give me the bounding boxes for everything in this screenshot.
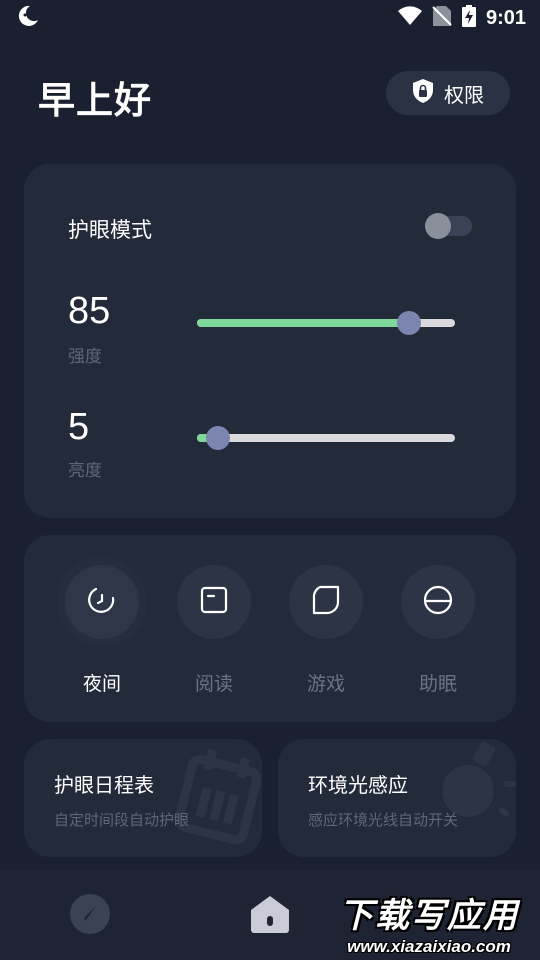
nav-home[interactable]	[248, 894, 292, 938]
intensity-slider-fill	[197, 319, 409, 327]
battery-charging-icon	[461, 5, 476, 31]
eye-care-title: 护眼模式	[68, 218, 152, 242]
game-icon	[310, 584, 342, 620]
mode-reading-label: 阅读	[194, 673, 233, 695]
moon-icon	[16, 4, 40, 32]
no-sim-icon	[432, 5, 452, 31]
permission-button[interactable]: 权限	[386, 71, 510, 115]
permission-label: 权限	[444, 82, 484, 107]
sleep-icon	[422, 584, 454, 620]
brightness-slider[interactable]	[197, 426, 455, 450]
wifi-icon	[397, 6, 422, 30]
mode-night-label: 夜间	[82, 673, 121, 695]
status-bar: 9:01	[0, 0, 540, 36]
watermark-title: 下载写应用	[339, 895, 519, 936]
intensity-slider-thumb[interactable]	[396, 311, 421, 335]
eye-care-toggle[interactable]	[425, 213, 472, 239]
compass-icon	[69, 893, 111, 939]
brightness-value: 5	[68, 406, 90, 448]
brightness-slider-thumb[interactable]	[205, 426, 230, 450]
eye-care-card: 护眼模式 85 强度 5 亮度	[24, 164, 516, 518]
intensity-slider[interactable]	[197, 311, 455, 335]
modes-card: 夜间 阅读 游戏 助眠	[24, 535, 516, 722]
ambient-subtitle: 感应环境光线自动开关	[308, 811, 459, 829]
mode-sleep-circle	[401, 565, 475, 639]
nav-discover[interactable]	[68, 894, 112, 938]
watermark-logo: 下载写应用 www.xiazaixiao.com	[318, 884, 540, 960]
toggle-knob	[425, 213, 451, 239]
schedule-title: 护眼日程表	[54, 773, 154, 797]
watermark-url: www.xiazaixiao.com	[347, 936, 511, 956]
mode-game-circle	[289, 565, 363, 639]
mode-sleep[interactable]: 助眠	[392, 565, 484, 696]
night-clock-icon	[87, 585, 117, 619]
mode-night[interactable]: 夜间	[56, 565, 148, 696]
ambient-light-card[interactable]: 环境光感应 感应环境光线自动开关	[278, 739, 516, 857]
book-icon	[199, 585, 229, 619]
ambient-title: 环境光感应	[308, 773, 408, 797]
schedule-card[interactable]: 护眼日程表 自定时间段自动护眼	[24, 739, 262, 857]
home-icon	[249, 894, 291, 938]
shield-lock-icon	[412, 78, 434, 109]
brightness-label: 亮度	[68, 461, 102, 481]
calendar-icon	[172, 745, 262, 849]
mode-game[interactable]: 游戏	[280, 565, 372, 696]
status-time: 9:01	[485, 6, 526, 29]
mode-reading[interactable]: 阅读	[168, 565, 260, 696]
intensity-label: 强度	[68, 347, 102, 367]
mode-night-circle	[65, 565, 139, 639]
mode-reading-circle	[177, 565, 251, 639]
mode-game-label: 游戏	[306, 673, 345, 695]
schedule-subtitle: 自定时间段自动护眼	[54, 811, 190, 829]
greeting-title: 早上好	[38, 79, 152, 122]
intensity-value: 85	[68, 290, 111, 332]
mode-sleep-label: 助眠	[418, 673, 457, 695]
